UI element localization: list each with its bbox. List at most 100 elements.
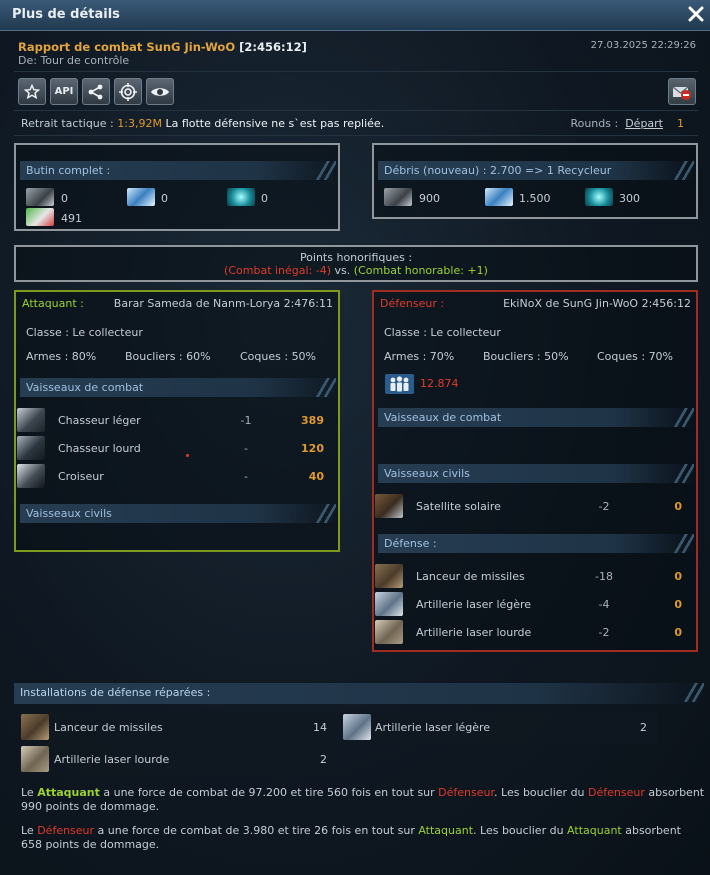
defense-name: Lanceur de missiles: [416, 570, 525, 583]
retreat-label: Retrait tactique :: [21, 117, 114, 130]
summary-text: . Les bouclier du: [473, 824, 568, 837]
divider: [14, 110, 698, 111]
retreat-row: Retrait tactique : 1:3,92M La flotte déf…: [21, 117, 384, 130]
attacker-combat-title: Vaisseaux de combat: [26, 381, 144, 394]
loot-title: Butin complet :: [26, 164, 111, 177]
favorite-button[interactable]: [18, 78, 46, 105]
eye-icon: [151, 87, 169, 96]
report-date: 27.03.2025 22:29:26: [590, 40, 696, 51]
light-laser-icon: [343, 714, 371, 740]
loot-box: Butin complet : 0 0 0 491: [14, 143, 340, 231]
delete-message-button[interactable]: [668, 78, 696, 105]
honor-vs: vs.: [334, 264, 351, 277]
defense-loss: -4: [598, 598, 610, 611]
honor-defender: (Combat honorable: +1): [353, 264, 488, 277]
divider: [14, 71, 698, 72]
defender-combat-header: Vaisseaux de combat: [378, 408, 694, 427]
defender-summary: Le Défenseur a une force de combat de 3.…: [21, 824, 705, 852]
defender-weapons: Armes : 70%: [384, 350, 455, 363]
defender-name[interactable]: EkiNoX de SunG Jin-WoO 2:456:12: [503, 297, 691, 310]
summary-defender: Défenseur: [588, 786, 645, 799]
view-button[interactable]: [146, 78, 174, 105]
ship-remaining: 0: [674, 500, 682, 513]
attacker-civil-header: Vaisseaux civils: [20, 504, 336, 523]
summary-attacker: Attaquant: [567, 824, 622, 837]
ship-loss: -: [244, 470, 248, 483]
defense-loss: -2: [598, 626, 610, 639]
light-laser-icon: [375, 592, 403, 616]
missile-launcher-icon: [375, 564, 403, 588]
rounds-row: Rounds : Départ 1: [570, 117, 684, 130]
honor-title: Points honorifiques :: [299, 251, 413, 264]
ship-name: Satellite solaire: [416, 500, 501, 513]
defender-shields: Boucliers : 50%: [483, 350, 569, 363]
defender-class: Classe : Le collecteur: [384, 326, 501, 339]
repaired-item: Artillerie laser légère 2: [340, 711, 658, 743]
ship-remaining: 120: [301, 442, 324, 455]
summary-text: a une force de combat de 3.980 et tire 2…: [94, 824, 419, 837]
repaired-name: Lanceur de missiles: [54, 721, 163, 734]
deuterium-icon: [585, 188, 613, 206]
share-button[interactable]: [82, 78, 110, 105]
heavy-fighter-icon: [17, 436, 45, 460]
window-title: Plus de détails: [12, 7, 120, 22]
repaired-title: Installations de défense réparées :: [20, 686, 211, 699]
defender-combat-title: Vaisseaux de combat: [384, 411, 502, 424]
window-titlebar: Plus de détails: [0, 0, 710, 31]
report-title-text: Rapport de combat SunG Jin-WoO: [18, 40, 236, 54]
loot-deuterium: 0: [261, 192, 268, 205]
debris-crystal: 1.500: [519, 192, 551, 205]
ship-name: Chasseur lourd: [58, 442, 141, 455]
defense-remaining: 0: [674, 598, 682, 611]
api-button[interactable]: API: [50, 78, 78, 105]
defender-label: Défenseur :: [380, 297, 445, 310]
attacker-name[interactable]: Barar Sameda de Nanm-Lorya 2:476:11: [114, 297, 333, 310]
defense-name: Artillerie laser légère: [416, 598, 532, 611]
rounds-depart-link[interactable]: Départ: [625, 117, 663, 130]
metal-icon: [384, 188, 412, 206]
attacker-class: Classe : Le collecteur: [26, 326, 143, 339]
ship-name: Croiseur: [58, 470, 104, 483]
heavy-laser-icon: [375, 620, 403, 644]
missile-launcher-icon: [21, 714, 49, 740]
summary-text: . Les bouclier du: [494, 786, 589, 799]
loot-metal: 0: [61, 192, 68, 205]
debris-box: Débris (nouveau) : 2.700 => 1 Recycleur …: [372, 143, 698, 219]
divider: [14, 135, 698, 136]
repaired-count: 2: [640, 721, 647, 734]
repaired-count: 14: [313, 721, 327, 734]
debris-metal: 900: [419, 192, 440, 205]
summary-text: Le: [21, 786, 38, 799]
defender-population: 12.874: [420, 377, 459, 390]
api-label: API: [54, 86, 74, 97]
defender-hull: Coques : 70%: [597, 350, 674, 363]
repaired-name: Artillerie laser légère: [375, 721, 491, 734]
metal-icon: [26, 188, 54, 206]
defense-remaining: 0: [674, 626, 682, 639]
defender-defense-header: Défense :: [378, 534, 694, 553]
honor-values: (Combat inégal: -4) vs. (Combat honorabl…: [16, 264, 696, 277]
target-button[interactable]: [114, 78, 142, 105]
ship-loss: -1: [240, 414, 252, 427]
deuterium-icon: [227, 188, 255, 206]
honor-attacker: (Combat inégal: -4): [224, 264, 332, 277]
attacker-summary: Le Attaquant a une force de combat de 97…: [21, 786, 705, 814]
debris-deuterium: 300: [619, 192, 640, 205]
rounds-value: 1: [677, 117, 684, 130]
retreat-ratio: 1:3,92M: [117, 117, 162, 130]
summary-defender: Défenseur: [438, 786, 495, 799]
loot-header: Butin complet :: [20, 161, 336, 180]
honor-box: Points honorifiques : (Combat inégal: -4…: [14, 245, 698, 282]
defense-name: Artillerie laser lourde: [416, 626, 532, 639]
light-fighter-icon: [17, 408, 45, 432]
crystal-icon: [127, 188, 155, 206]
delete-mail-icon: [672, 86, 691, 100]
summary-attacker: Attaquant: [418, 824, 474, 837]
heavy-laser-icon: [21, 746, 49, 772]
repaired-header: Installations de défense réparées :: [14, 683, 704, 704]
report-coords[interactable]: [2:456:12]: [239, 40, 307, 54]
defender-civil-title: Vaisseaux civils: [384, 467, 470, 480]
summary-defender: Défenseur: [37, 824, 95, 837]
close-icon[interactable]: [686, 4, 706, 24]
population-icon: [385, 374, 414, 394]
